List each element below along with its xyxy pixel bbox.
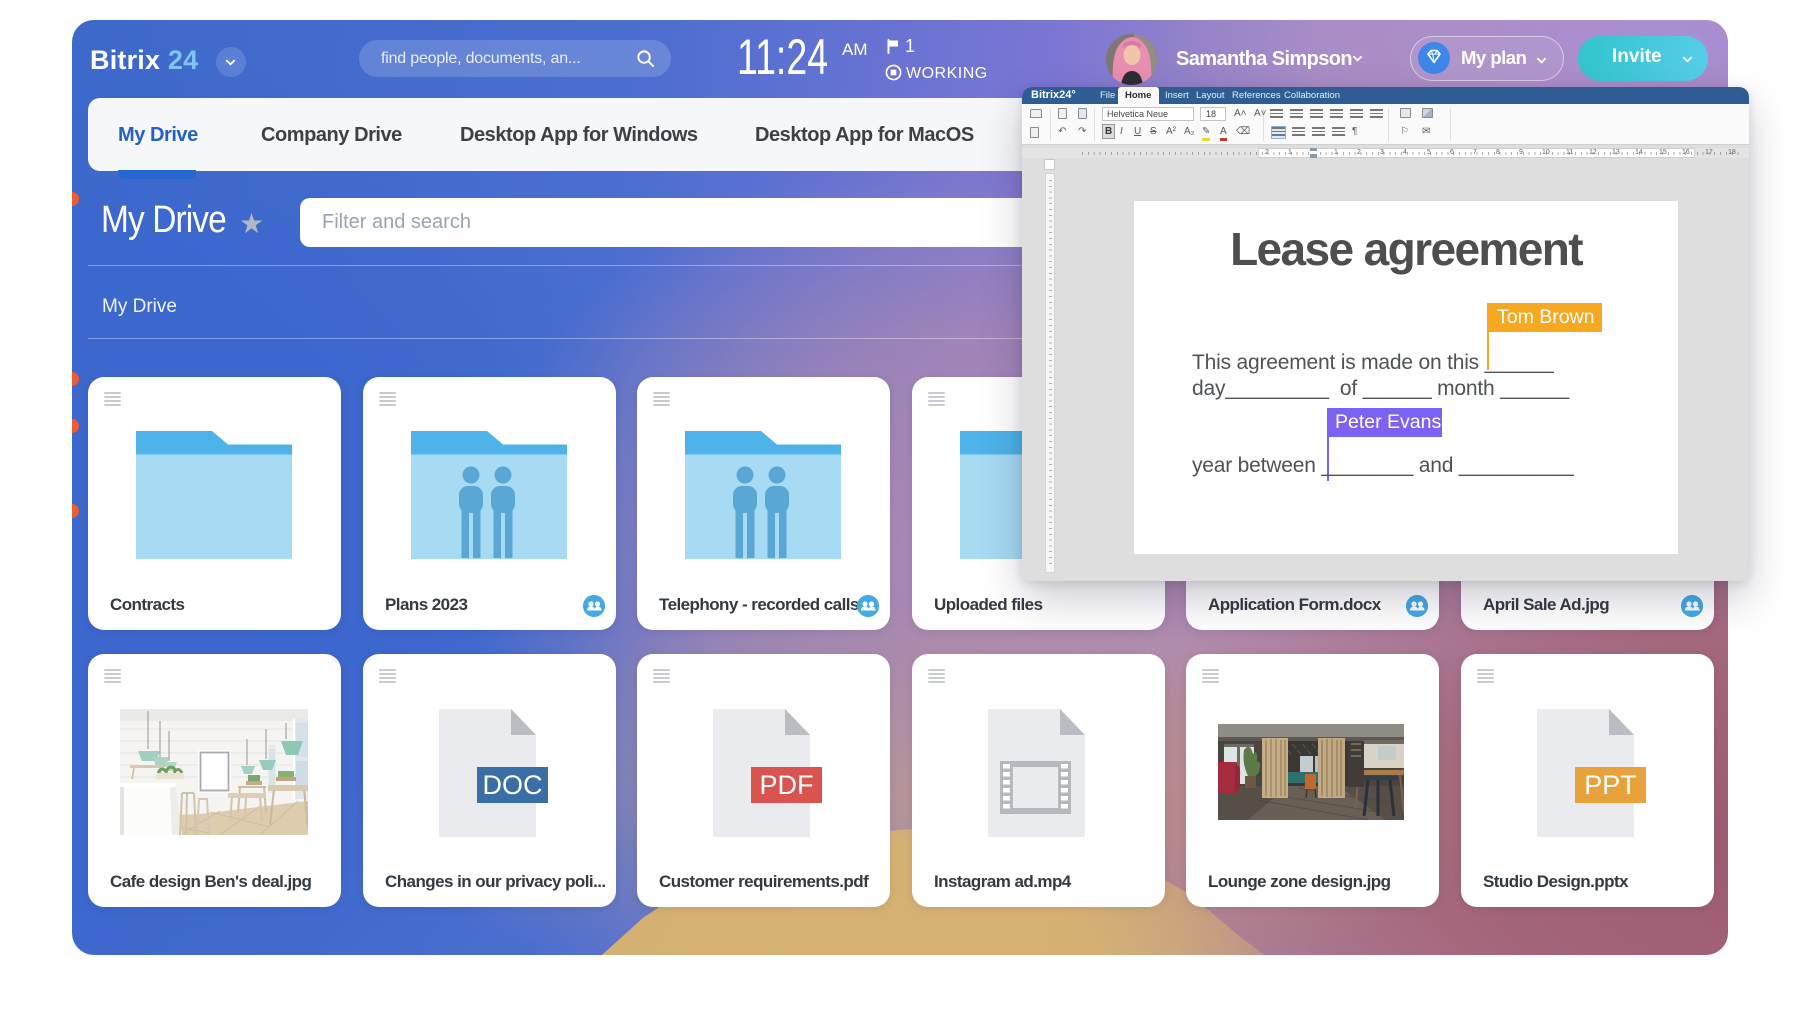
svg-text:PPT: PPT (1584, 770, 1637, 800)
svg-text:PDF: PDF (760, 770, 814, 800)
svg-text:DOC: DOC (483, 770, 543, 800)
